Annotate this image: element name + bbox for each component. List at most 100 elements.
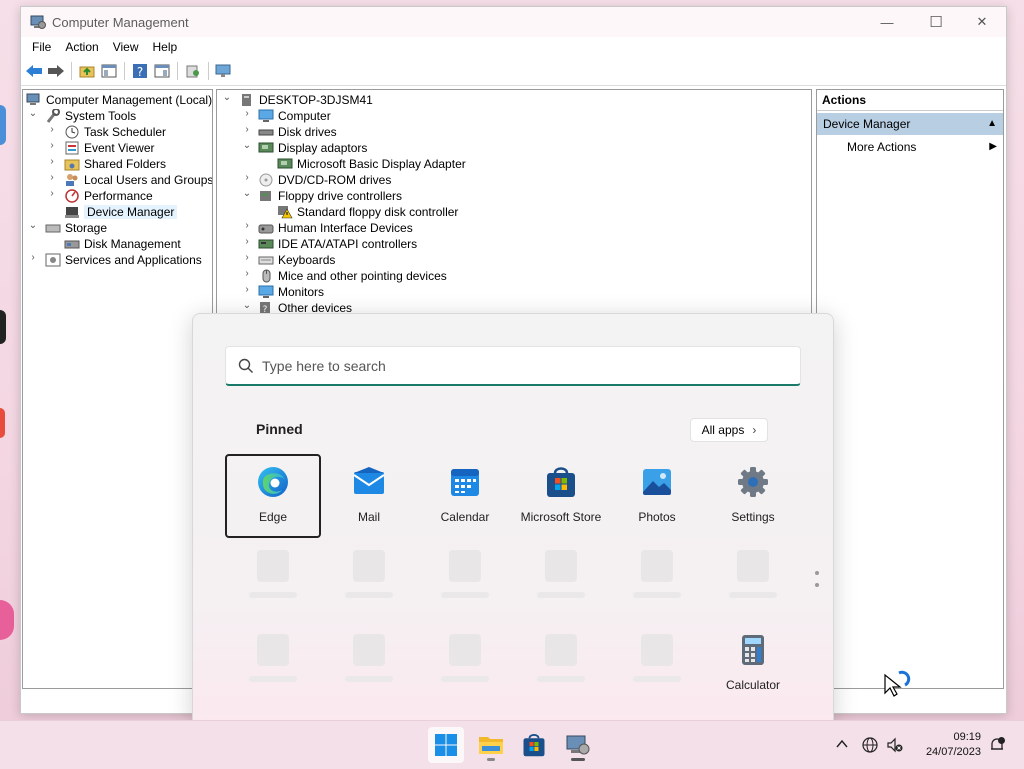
expand-chevron-icon[interactable]: ⌄: [28, 108, 38, 119]
collapse-chevron-icon[interactable]: ›: [47, 188, 57, 199]
tree-item-disk-management[interactable]: Disk Management: [64, 236, 181, 252]
device-category-floppy[interactable]: Floppy drive controllers: [258, 188, 402, 204]
tree-label: System Tools: [65, 109, 137, 123]
page-indicator-dot[interactable]: [815, 571, 819, 575]
device-category-mice[interactable]: Mice and other pointing devices: [258, 268, 447, 284]
expand-chevron-icon[interactable]: ⌄: [242, 188, 252, 199]
device-category-monitors[interactable]: Monitors: [258, 284, 324, 300]
start-menu: Type here to search Pinned All apps › Ed…: [192, 313, 834, 725]
pinned-app-settings[interactable]: Settings: [705, 456, 801, 538]
show-hide-tree-button[interactable]: [99, 61, 119, 81]
collapse-chevron-icon[interactable]: ›: [242, 108, 252, 119]
tree-label: Services and Applications: [65, 253, 202, 267]
scan-hardware-button[interactable]: [214, 61, 234, 81]
start-button[interactable]: [428, 727, 464, 763]
tree-label: DESKTOP-3DJSM41: [259, 93, 373, 107]
collapse-chevron-icon[interactable]: ›: [242, 220, 252, 231]
all-apps-button[interactable]: All apps ›: [690, 418, 768, 442]
loading-app-placeholder: [257, 634, 289, 666]
collapse-chevron-icon[interactable]: ›: [242, 252, 252, 263]
device-display-adapter[interactable]: Microsoft Basic Display Adapter: [277, 156, 466, 172]
device-category-hid[interactable]: Human Interface Devices: [258, 220, 413, 236]
device-floppy-controller[interactable]: Standard floppy disk controller: [277, 204, 458, 220]
pinned-app-photos[interactable]: Photos: [609, 456, 705, 538]
more-actions-item[interactable]: More Actions ▶: [847, 138, 997, 156]
minimize-button[interactable]: —: [864, 9, 910, 35]
tools-icon: [46, 109, 60, 123]
submenu-arrow-icon: ▶: [989, 141, 997, 152]
collapse-chevron-icon[interactable]: ›: [47, 124, 57, 135]
show-hidden-icons-button[interactable]: [834, 736, 850, 752]
forward-button[interactable]: [46, 61, 66, 81]
tree-item-system-tools[interactable]: System Tools: [45, 108, 136, 124]
expand-chevron-icon[interactable]: ⌄: [242, 140, 252, 151]
actions-pane: Actions Device Manager ▲ More Actions ▶: [816, 89, 1004, 689]
clock[interactable]: 09:19 24/07/2023: [926, 730, 981, 760]
tree-item-shared-folders[interactable]: Shared Folders: [64, 156, 166, 172]
volume-status[interactable]: [886, 736, 904, 754]
start-search-box[interactable]: Type here to search: [225, 346, 801, 386]
tree-item-computer-management[interactable]: Computer Management (Local): [26, 92, 212, 108]
maximize-button[interactable]: ☐: [913, 9, 959, 35]
pinned-app-edge[interactable]: Edge: [225, 454, 321, 538]
tree-item-task-scheduler[interactable]: Task Scheduler: [64, 124, 166, 140]
pinned-app-calculator[interactable]: Calculator: [705, 624, 801, 706]
close-button[interactable]: ✕: [959, 9, 1005, 35]
collapse-chevron-icon[interactable]: ›: [47, 172, 57, 183]
menu-view[interactable]: View: [106, 40, 146, 54]
collapse-chevron-icon[interactable]: ›: [47, 156, 57, 167]
loading-label-placeholder: [537, 676, 585, 682]
actions-section-device-manager[interactable]: Device Manager ▲: [817, 113, 1003, 135]
collapse-triangle-icon: ▲: [987, 118, 997, 129]
tree-item-performance[interactable]: Performance: [64, 188, 153, 204]
collapse-chevron-icon[interactable]: ›: [242, 236, 252, 247]
toolbar-separator: [208, 62, 209, 80]
clock-time: 09:19: [953, 731, 981, 743]
device-category-display-adaptors[interactable]: Display adaptors: [258, 140, 367, 156]
collapse-chevron-icon[interactable]: ›: [242, 268, 252, 279]
device-category-computer[interactable]: Computer: [258, 108, 331, 124]
expand-chevron-icon[interactable]: ⌄: [28, 220, 38, 231]
menu-file[interactable]: File: [25, 40, 58, 54]
tree-label: Disk Management: [84, 237, 181, 251]
expand-chevron-icon[interactable]: ⌄: [242, 300, 252, 311]
notification-center-button[interactable]: [988, 736, 1006, 754]
tree-item-storage[interactable]: Storage: [45, 220, 107, 236]
taskbar-microsoft-store[interactable]: [516, 727, 552, 763]
collapse-chevron-icon[interactable]: ›: [47, 140, 57, 151]
device-category-keyboards[interactable]: Keyboards: [258, 252, 335, 268]
app-label: Calculator: [725, 678, 781, 692]
show-action-pane-button[interactable]: [152, 61, 172, 81]
help-button[interactable]: ?: [130, 61, 150, 81]
loading-label-placeholder: [633, 592, 681, 598]
pinned-app-calendar[interactable]: Calendar: [417, 456, 513, 538]
taskbar-computer-management[interactable]: [560, 727, 596, 763]
expand-chevron-icon[interactable]: ⌄: [222, 92, 232, 103]
page-indicator-dot[interactable]: [815, 583, 819, 587]
tree-item-device-manager[interactable]: Device Manager: [64, 204, 178, 220]
taskbar-file-explorer[interactable]: [473, 727, 509, 763]
section-label: Device Manager: [823, 117, 911, 131]
properties-button[interactable]: [183, 61, 203, 81]
network-status[interactable]: [861, 736, 879, 754]
collapse-chevron-icon[interactable]: ›: [28, 252, 38, 263]
menu-action[interactable]: Action: [58, 40, 105, 54]
windows-logo-icon: [435, 734, 457, 756]
device-category-disk-drives[interactable]: Disk drives: [258, 124, 337, 140]
clock-icon: [65, 125, 79, 139]
back-button[interactable]: [24, 61, 44, 81]
pinned-app-mail[interactable]: Mail: [321, 456, 417, 538]
up-level-button[interactable]: [77, 61, 97, 81]
collapse-chevron-icon[interactable]: ›: [242, 172, 252, 183]
device-root-computer[interactable]: DESKTOP-3DJSM41: [239, 92, 373, 108]
pinned-app-microsoft-store[interactable]: Microsoft Store: [513, 456, 609, 538]
device-category-dvd[interactable]: DVD/CD-ROM drives: [258, 172, 391, 188]
tree-item-event-viewer[interactable]: Event Viewer: [64, 140, 154, 156]
tree-item-local-users[interactable]: Local Users and Groups: [64, 172, 212, 188]
menu-help[interactable]: Help: [146, 40, 185, 54]
device-category-ide[interactable]: IDE ATA/ATAPI controllers: [258, 236, 417, 252]
tree-item-services-applications[interactable]: Services and Applications: [45, 252, 202, 268]
mail-icon: [353, 467, 385, 494]
collapse-chevron-icon[interactable]: ›: [242, 124, 252, 135]
collapse-chevron-icon[interactable]: ›: [242, 284, 252, 295]
